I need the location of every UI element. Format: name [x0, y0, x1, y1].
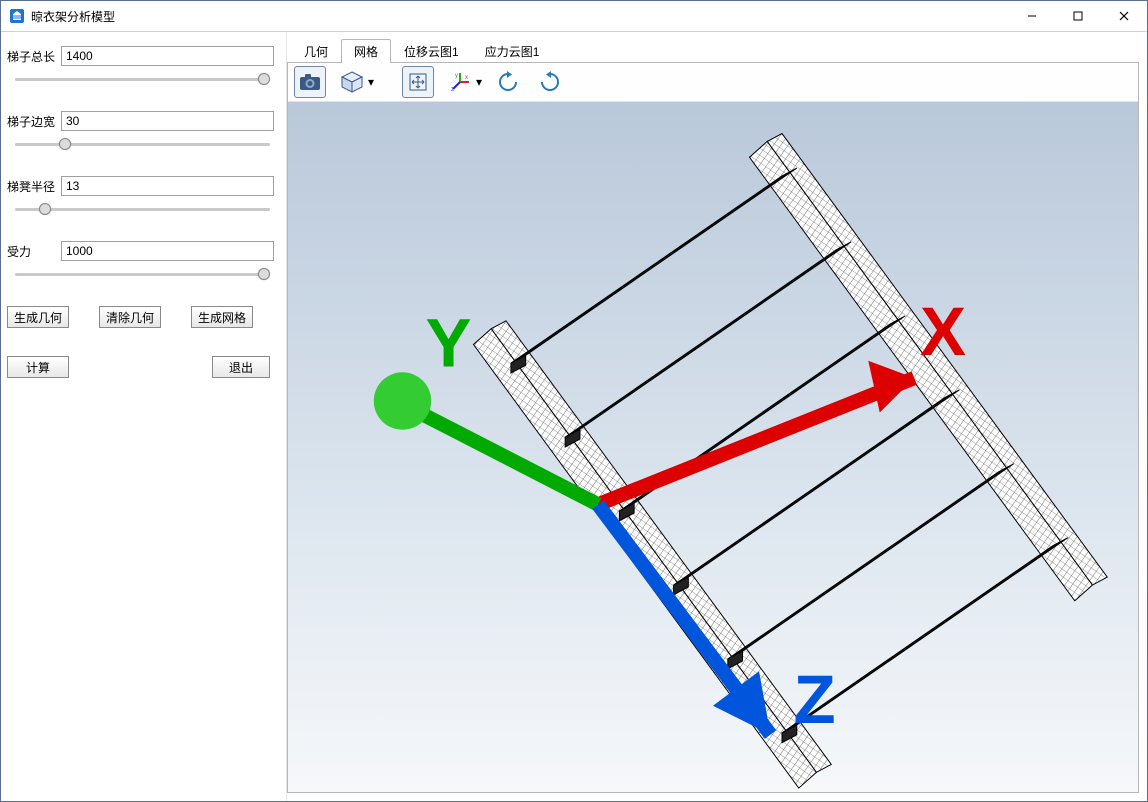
model-mesh [288, 102, 1138, 792]
rotate-cw-icon [539, 71, 561, 93]
label-rung-radius: 梯凳半径 [7, 178, 59, 195]
clear-geometry-button[interactable]: 清除几何 [99, 306, 161, 328]
axes-toggle-button[interactable]: x y z [444, 66, 476, 98]
exit-button[interactable]: 退出 [212, 356, 270, 378]
viewport-3d[interactable]: X Y Z [288, 102, 1138, 792]
app-window: 晾衣架分析模型 梯子总长 梯子边宽 梯凳半径 [0, 0, 1148, 802]
titlebar: 晾衣架分析模型 [1, 1, 1147, 32]
svg-text:y: y [455, 73, 458, 79]
slider-rung-radius[interactable] [15, 202, 270, 216]
input-side-width[interactable] [61, 111, 274, 131]
rotate-cw-button[interactable] [534, 66, 566, 98]
tab-mesh[interactable]: 网格 [341, 39, 391, 63]
input-total-length[interactable] [61, 46, 274, 66]
input-force[interactable] [61, 241, 274, 261]
view-cube-dropdown[interactable]: ▾ [368, 75, 374, 89]
svg-text:z: z [451, 87, 454, 93]
slider-force[interactable] [15, 267, 270, 281]
compute-button[interactable]: 计算 [7, 356, 69, 378]
maximize-button[interactable] [1055, 1, 1101, 31]
label-side-width: 梯子边宽 [7, 113, 59, 130]
close-button[interactable] [1101, 1, 1147, 31]
label-force: 受力 [7, 243, 59, 260]
svg-text:x: x [465, 75, 468, 81]
tab-displacement[interactable]: 位移云图1 [391, 39, 472, 63]
sidebar: 梯子总长 梯子边宽 梯凳半径 受力 生成几何 清除几何 [1, 32, 287, 801]
tabs: 几何 网格 位移云图1 应力云图1 [287, 40, 1139, 62]
generate-mesh-button[interactable]: 生成网格 [191, 306, 253, 328]
slider-total-length[interactable] [15, 72, 270, 86]
input-rung-radius[interactable] [61, 176, 274, 196]
app-icon [9, 8, 25, 24]
axes-dropdown[interactable]: ▾ [476, 75, 482, 89]
main-panel: 几何 网格 位移云图1 应力云图1 [287, 32, 1147, 801]
viewport-toolbar: ▾ [288, 63, 1138, 102]
generate-geometry-button[interactable]: 生成几何 [7, 306, 69, 328]
rotate-ccw-icon [497, 71, 519, 93]
fit-icon [408, 72, 428, 92]
tab-geometry[interactable]: 几何 [291, 39, 341, 63]
axes-icon: x y z [449, 71, 471, 93]
fit-view-button[interactable] [402, 66, 434, 98]
label-total-length: 梯子总长 [7, 48, 59, 65]
view-cube-button[interactable] [336, 66, 368, 98]
camera-icon [299, 73, 321, 91]
tab-stress[interactable]: 应力云图1 [472, 39, 553, 63]
slider-side-width[interactable] [15, 137, 270, 151]
cube-icon [340, 70, 364, 94]
rotate-ccw-button[interactable] [492, 66, 524, 98]
viewport-wrap: ▾ [287, 62, 1139, 793]
window-title: 晾衣架分析模型 [31, 8, 115, 25]
snapshot-button[interactable] [294, 66, 326, 98]
minimize-button[interactable] [1009, 1, 1055, 31]
